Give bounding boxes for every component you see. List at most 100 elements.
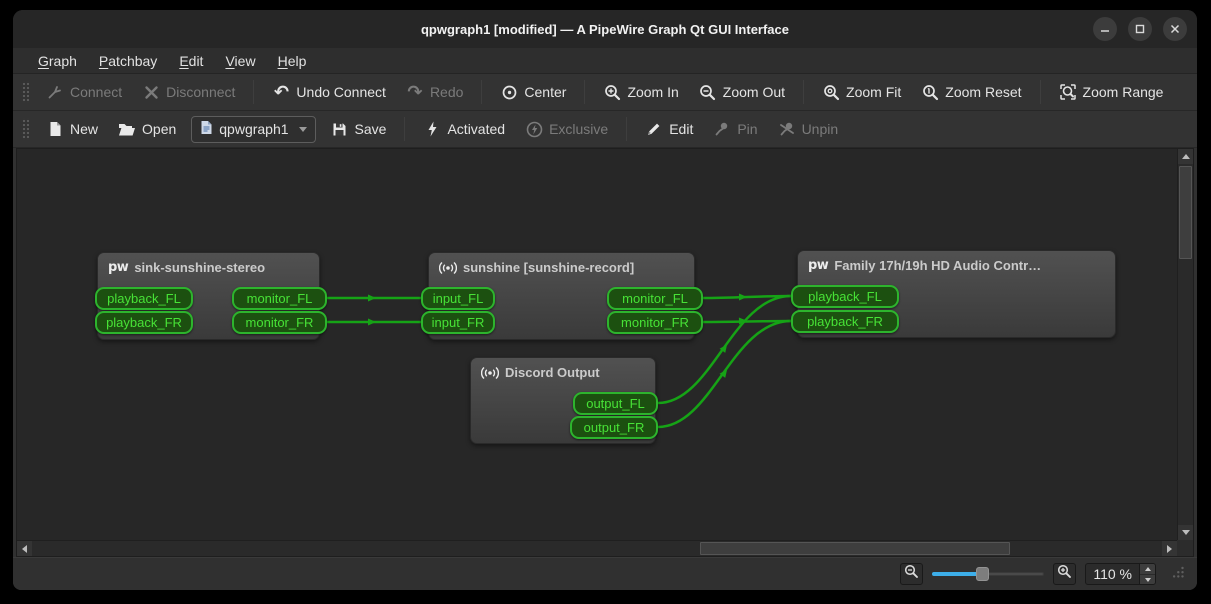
- zoom-in-button[interactable]: Zoom In: [594, 78, 687, 106]
- scroll-left-button[interactable]: [17, 541, 32, 556]
- redo-button[interactable]: ↷ Redo: [397, 78, 472, 106]
- vertical-scrollbar[interactable]: [1177, 149, 1193, 540]
- port-family-playback-fl[interactable]: playback_FL: [791, 285, 899, 308]
- zoom-slider-fill: [932, 572, 982, 576]
- scroll-right-button[interactable]: [1162, 541, 1177, 556]
- graph-canvas-frame: pw sink-sunshine-stereo sunshine [sunshi…: [16, 148, 1194, 557]
- spin-down-button[interactable]: [1140, 574, 1155, 584]
- menubar: Graph Patchbay Edit View Help: [13, 48, 1197, 74]
- zoom-reset-icon: [921, 83, 939, 101]
- node-header: sunshine [sunshine-record]: [429, 253, 694, 279]
- undo-icon: ↶: [272, 83, 290, 101]
- port-family-playback-fr[interactable]: playback_FR: [791, 310, 899, 333]
- node-title: sunshine [sunshine-record]: [463, 260, 634, 275]
- horizontal-scroll-thumb[interactable]: [700, 542, 1010, 555]
- port-sink-monitor-fl[interactable]: monitor_FL: [232, 287, 327, 310]
- port-sink-playback-fl[interactable]: playback_FL: [95, 287, 193, 310]
- edge-monitorFL-playbackFL[interactable]: [703, 296, 791, 298]
- minimize-button[interactable]: [1093, 17, 1117, 41]
- titlebar[interactable]: qpwgraph1 [modified] — A PipeWire Graph …: [13, 10, 1197, 48]
- menu-patchbay[interactable]: Patchbay: [88, 50, 168, 72]
- port-sunshine-monitor-fl[interactable]: monitor_FL: [607, 287, 703, 310]
- new-button[interactable]: New: [37, 115, 107, 143]
- vertical-scroll-thumb[interactable]: [1179, 166, 1192, 259]
- maximize-button[interactable]: [1128, 17, 1152, 41]
- port-sunshine-input-fr[interactable]: input_FR: [421, 311, 495, 334]
- toolbar-drag-handle[interactable]: [21, 81, 29, 103]
- port-sink-monitor-fr[interactable]: monitor_FR: [232, 311, 327, 334]
- redo-icon: ↷: [406, 83, 424, 101]
- statusbar: 110 %: [13, 557, 1197, 590]
- port-sunshine-input-fl[interactable]: input_FL: [421, 287, 495, 310]
- connect-button[interactable]: Connect: [37, 78, 131, 106]
- zoom-range-button[interactable]: Zoom Range: [1050, 78, 1173, 106]
- undo-connect-button[interactable]: ↶ Undo Connect: [263, 78, 395, 106]
- toolbar-separator: [626, 117, 627, 141]
- port-sink-playback-fr[interactable]: playback_FR: [95, 311, 193, 334]
- node-title: Family 17h/19h HD Audio Contr…: [834, 258, 1041, 273]
- open-button[interactable]: Open: [109, 115, 185, 143]
- zoom-value: 110 %: [1086, 566, 1139, 582]
- patchbay-select[interactable]: qpwgraph1: [191, 116, 315, 143]
- zoom-in-icon: [603, 83, 621, 101]
- pin-button[interactable]: Pin: [704, 115, 766, 143]
- save-button[interactable]: Save: [322, 115, 396, 143]
- edge-monitorFR-playbackFR[interactable]: [703, 321, 791, 322]
- close-icon: [1170, 24, 1180, 34]
- menu-view[interactable]: View: [214, 50, 266, 72]
- arrow-up-icon: [1145, 567, 1151, 571]
- zoom-out-button[interactable]: Zoom Out: [690, 78, 794, 106]
- unpin-icon: [778, 120, 796, 138]
- chevron-down-icon: [299, 127, 307, 132]
- node-header: pw sink-sunshine-stereo: [98, 253, 319, 279]
- app-window: qpwgraph1 [modified] — A PipeWire Graph …: [13, 10, 1197, 590]
- activated-button[interactable]: Activated: [414, 115, 514, 143]
- node-header: pw Family 17h/19h HD Audio Contr…: [798, 251, 1115, 277]
- window-resize-grip[interactable]: [1171, 565, 1185, 584]
- zoom-spinbox[interactable]: 110 %: [1085, 563, 1156, 585]
- unpin-button[interactable]: Unpin: [769, 115, 848, 143]
- menu-edit[interactable]: Edit: [168, 50, 214, 72]
- port-discord-output-fl[interactable]: output_FL: [573, 392, 658, 415]
- zoom-fit-button[interactable]: Zoom Fit: [813, 78, 910, 106]
- arrow-down-icon: [1145, 578, 1151, 582]
- menu-graph[interactable]: Graph: [27, 50, 88, 72]
- node-header: Discord Output: [471, 358, 655, 384]
- scroll-up-button[interactable]: [1178, 149, 1193, 164]
- connect-icon: [46, 83, 64, 101]
- scroll-down-button[interactable]: [1178, 525, 1193, 540]
- pin-icon: [713, 120, 731, 138]
- horizontal-scrollbar[interactable]: [17, 540, 1177, 556]
- port-sunshine-monitor-fr[interactable]: monitor_FR: [607, 311, 703, 334]
- pipewire-icon: pw: [108, 260, 128, 275]
- zoom-slider-handle[interactable]: [976, 567, 989, 581]
- statusbar-zoom-out-button[interactable]: [900, 563, 923, 585]
- node-title: Discord Output: [505, 365, 600, 380]
- patchbay-file-icon: [200, 120, 213, 138]
- patchbay-select-value: qpwgraph1: [219, 121, 288, 137]
- disconnect-button[interactable]: Disconnect: [133, 78, 244, 106]
- scrollbar-corner: [1177, 540, 1193, 556]
- window-title: qpwgraph1 [modified] — A PipeWire Graph …: [421, 22, 789, 37]
- port-discord-output-fr[interactable]: output_FR: [570, 416, 658, 439]
- patchbay-toolbar: New Open qpwgraph1 Save Activate: [13, 111, 1197, 148]
- minimize-icon: [1100, 24, 1110, 34]
- save-icon: [331, 120, 349, 138]
- exclusive-button[interactable]: Exclusive: [516, 115, 617, 143]
- graph-canvas[interactable]: pw sink-sunshine-stereo sunshine [sunshi…: [17, 149, 1177, 540]
- close-button[interactable]: [1163, 17, 1187, 41]
- zoom-out-icon: [904, 564, 919, 584]
- spin-up-button[interactable]: [1140, 564, 1155, 574]
- center-icon: [500, 83, 518, 101]
- zoom-reset-button[interactable]: Zoom Reset: [912, 78, 1030, 106]
- zoom-in-icon: [1057, 564, 1072, 584]
- edit-button[interactable]: Edit: [636, 115, 702, 143]
- maximize-icon: [1135, 24, 1145, 34]
- disconnect-icon: [142, 83, 160, 101]
- menu-help[interactable]: Help: [267, 50, 318, 72]
- center-button[interactable]: Center: [491, 78, 575, 106]
- toolbar-drag-handle[interactable]: [21, 118, 29, 140]
- statusbar-zoom-in-button[interactable]: [1053, 563, 1076, 585]
- zoom-slider[interactable]: [932, 566, 1044, 582]
- node-title: sink-sunshine-stereo: [134, 260, 265, 275]
